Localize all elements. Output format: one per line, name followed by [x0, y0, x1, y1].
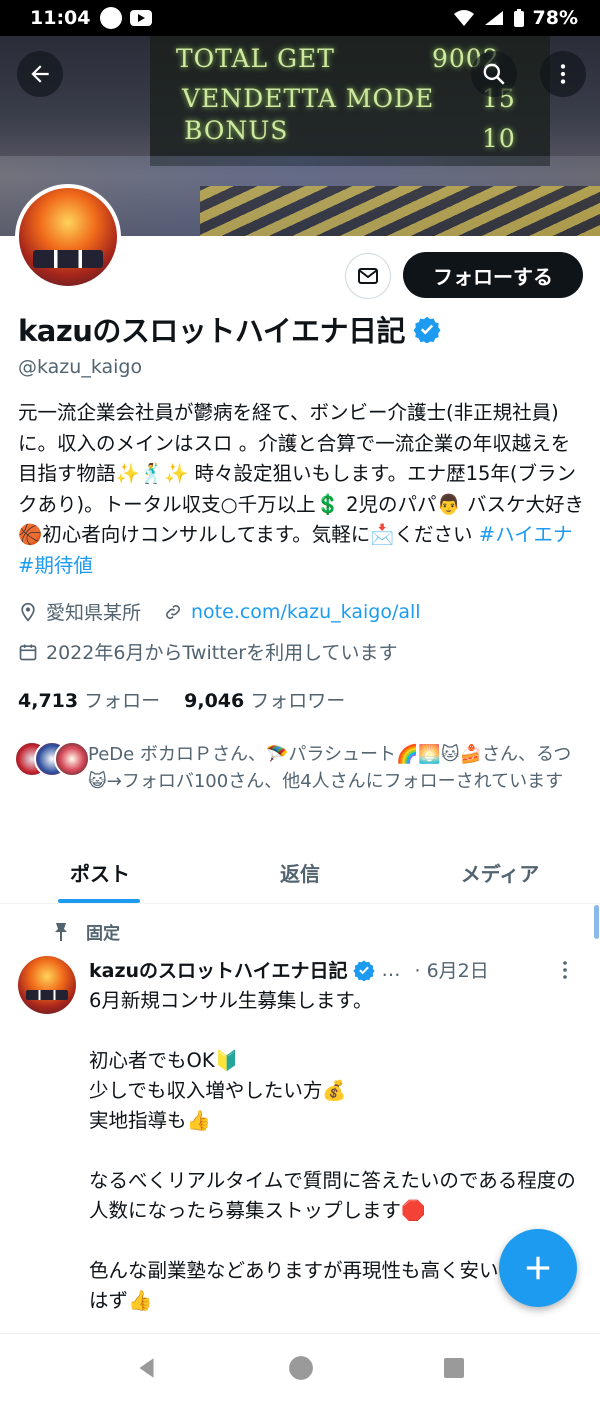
profile-name-row: kazuのスロットハイエナ日記	[18, 308, 441, 350]
arrow-left-icon	[31, 65, 49, 83]
following-link[interactable]: 4,713 フォロー	[18, 686, 160, 713]
followers-count: 9,046	[184, 690, 245, 712]
battery-icon	[513, 9, 524, 27]
profile-avatar[interactable]	[15, 184, 121, 290]
mail-icon	[358, 268, 378, 284]
pin-icon	[55, 922, 67, 941]
banner-value-bonus: 10	[482, 124, 516, 153]
hashtag-link[interactable]: #期待値	[18, 554, 93, 577]
followed-by-avatars[interactable]	[14, 741, 90, 777]
nav-home-icon[interactable]	[288, 1355, 314, 1381]
more-vertical-icon	[560, 64, 566, 84]
profile-tabs: ポスト 返信 メディア	[0, 846, 600, 904]
follow-counts: 4,713 フォロー 9,046 フォロワー	[18, 686, 345, 713]
tab-replies[interactable]: 返信	[200, 846, 400, 903]
system-nav-bar	[0, 1333, 600, 1401]
status-time: 11:04	[30, 7, 91, 29]
location-pin-icon	[21, 602, 35, 622]
profile-website-link[interactable]: note.com/kazu_kaigo/all	[191, 601, 421, 623]
search-button[interactable]	[471, 51, 517, 97]
battery-level: 78%	[532, 7, 578, 29]
notification-dot-icon	[100, 7, 123, 29]
youtube-icon	[130, 10, 153, 26]
nav-recents-icon[interactable]	[442, 1356, 466, 1380]
joined-row: 2022年6月からTwitterを利用しています	[18, 638, 398, 665]
more-vertical-icon[interactable]	[559, 959, 571, 981]
following-count: 4,713	[18, 690, 79, 712]
post-handle-ellipsis: …	[381, 958, 401, 981]
plus-icon	[526, 1256, 550, 1280]
location-link-row: 愛知県某所 note.com/kazu_kaigo/all	[18, 598, 421, 625]
more-options-button[interactable]	[540, 51, 586, 97]
calendar-icon	[19, 644, 37, 660]
link-icon	[166, 604, 180, 619]
profile-bio: 元一流企業会社員が鬱病を経て、ボンビー介護士(非正規社員)に。収入のメインはスロ…	[18, 398, 584, 581]
avatar-slot-reels	[26, 990, 68, 1000]
avatar	[54, 741, 90, 777]
search-icon	[483, 63, 505, 85]
post-author-name[interactable]: kazuのスロットハイエナ日記	[89, 956, 347, 983]
joined-date: 2022年6月からTwitterを利用しています	[46, 642, 398, 664]
banner-caution-tape	[200, 186, 600, 236]
message-button[interactable]	[345, 253, 391, 299]
profile-location: 愛知県某所	[46, 602, 142, 624]
following-label: フォロー	[84, 690, 161, 712]
hashtag-link[interactable]: #ハイエナ	[479, 523, 573, 546]
post-author-avatar[interactable]	[18, 956, 76, 1014]
avatar-slot-reels	[33, 250, 103, 268]
compose-button[interactable]	[499, 1229, 577, 1307]
pinned-label: 固定	[86, 924, 120, 944]
wifi-icon	[453, 10, 474, 26]
user-handle: @kazu_kaigo	[18, 356, 143, 378]
post-date[interactable]: · 6月2日	[414, 956, 488, 983]
banner-text-bonus: BONUS	[184, 116, 289, 145]
banner-text-vendetta: VENDETTA MODE	[182, 84, 435, 113]
followers-link[interactable]: 9,046 フォロワー	[184, 686, 345, 713]
tab-media[interactable]: メディア	[400, 846, 600, 903]
scrollbar[interactable]	[594, 905, 599, 939]
post-header: kazuのスロットハイエナ日記 … · 6月2日	[89, 956, 589, 983]
signal-icon	[484, 11, 503, 25]
back-button[interactable]	[17, 51, 63, 97]
tab-posts[interactable]: ポスト	[0, 846, 200, 903]
pinned-indicator: 固定	[52, 919, 120, 944]
status-bar: 11:04 78%	[0, 0, 600, 36]
verified-badge-icon[interactable]	[413, 315, 441, 343]
followers-label: フォロワー	[250, 690, 346, 712]
verified-badge-icon	[353, 959, 376, 981]
follow-button[interactable]: フォローする	[403, 252, 583, 298]
nav-back-icon[interactable]	[134, 1355, 160, 1381]
banner-text-total-get: TOTAL GET	[176, 44, 335, 73]
followed-by-text[interactable]: PeDe ボカロＰさん、🪂パラシュート🌈🌅🐱🍰さん、るつ😺→フォロバ100さん、…	[88, 742, 583, 795]
display-name: kazuのスロットハイエナ日記	[18, 314, 406, 348]
